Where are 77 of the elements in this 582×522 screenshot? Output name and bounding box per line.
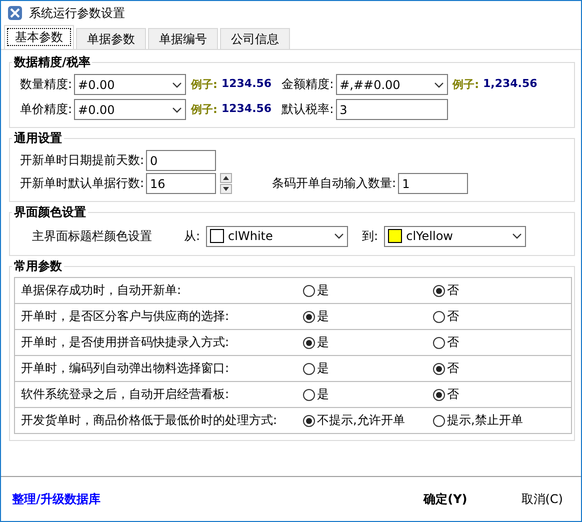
field-label: 到: bbox=[362, 228, 378, 244]
radio-button[interactable]: 否 bbox=[433, 334, 563, 351]
option-label: 开发货单时，商品价格低于最低价时的处理方式: bbox=[20, 412, 278, 429]
dialog-button[interactable]: 取消(C) bbox=[517, 488, 567, 510]
radio-circle[interactable] bbox=[303, 362, 315, 374]
caret-icon bbox=[512, 233, 522, 239]
radio-circle[interactable] bbox=[433, 336, 445, 348]
color-dropdown[interactable]: clWhite bbox=[206, 226, 348, 246]
field-label: 金额精度: bbox=[282, 76, 334, 93]
radio-circle[interactable] bbox=[433, 284, 445, 296]
radio-circle[interactable] bbox=[303, 336, 315, 348]
group-title: 常用参数 bbox=[13, 258, 63, 275]
example-value: 1,234.56 bbox=[483, 77, 538, 92]
radio-button[interactable]: 是 bbox=[303, 282, 433, 299]
color-dropdown[interactable]: clYellow bbox=[384, 226, 526, 246]
radio-circle[interactable] bbox=[303, 284, 315, 296]
example-value: 1234.56 bbox=[221, 77, 272, 92]
caret-icon bbox=[434, 82, 444, 88]
option-label: 开单时，编码列自动弹出物料选择窗口: bbox=[20, 360, 230, 377]
link[interactable]: 整理/升级数据库 bbox=[12, 490, 100, 508]
radio-circle[interactable] bbox=[433, 414, 445, 426]
dropdown[interactable]: #0.00 bbox=[74, 74, 186, 95]
option-label: 软件系统登录之后，自动开启经营看板: bbox=[20, 386, 230, 403]
field-label: 数量精度: bbox=[20, 76, 72, 93]
field-label: 开新单时日期提前天数: bbox=[20, 152, 144, 169]
caret-icon bbox=[334, 233, 344, 239]
down-triangle-icon bbox=[223, 187, 230, 191]
radio-circle[interactable] bbox=[303, 388, 315, 400]
radio-button[interactable]: 否 bbox=[433, 360, 563, 377]
example-label: 例子: bbox=[452, 77, 480, 92]
radio-circle[interactable] bbox=[433, 310, 445, 322]
up-triangle-icon bbox=[223, 176, 230, 180]
input-field[interactable]: 0 bbox=[146, 150, 216, 171]
radio-circle[interactable] bbox=[303, 310, 315, 322]
group-title: 界面颜色设置 bbox=[13, 204, 87, 221]
caret-icon bbox=[172, 106, 182, 112]
radio-button[interactable]: 是 bbox=[303, 386, 433, 403]
app-icon bbox=[7, 5, 23, 21]
field-label: 默认税率: bbox=[282, 101, 334, 118]
number-field[interactable]: 16 bbox=[146, 173, 216, 194]
input-field[interactable]: 3 bbox=[336, 99, 448, 120]
radio-button[interactable]: 否 bbox=[433, 308, 563, 325]
spin-down-button[interactable] bbox=[220, 184, 232, 194]
group-title: 数据精度/税率 bbox=[12, 54, 92, 71]
field-label: 开新单时默认单据行数: bbox=[20, 175, 144, 192]
radio-button[interactable]: 提示,禁止开单 bbox=[433, 412, 563, 429]
radio-button[interactable]: 否 bbox=[433, 386, 563, 403]
dropdown[interactable]: #0.00 bbox=[74, 99, 186, 120]
tab[interactable]: 单据参数 bbox=[76, 28, 146, 49]
radio-circle[interactable] bbox=[303, 414, 315, 426]
option-label: 开单时，是否使用拼音码快捷录入方式: bbox=[20, 334, 230, 351]
input-field[interactable]: 1 bbox=[398, 173, 468, 194]
caret-icon bbox=[172, 82, 182, 88]
example-value: 1234.56 bbox=[221, 102, 272, 117]
group-title: 通用设置 bbox=[13, 130, 63, 147]
field-label: 单价精度: bbox=[20, 101, 72, 118]
dialog-button[interactable]: 确定(Y) bbox=[420, 488, 472, 510]
option-label: 单据保存成功时，自动开新单: bbox=[20, 282, 182, 299]
spin-up-button[interactable] bbox=[220, 173, 232, 183]
radio-button[interactable]: 是 bbox=[303, 360, 433, 377]
radio-circle[interactable] bbox=[433, 362, 445, 374]
option-label: 开单时，是否区分客户与供应商的选择: bbox=[20, 308, 230, 325]
radio-button[interactable]: 是 bbox=[303, 334, 433, 351]
radio-button[interactable]: 不提示,允许开单 bbox=[303, 412, 433, 429]
dropdown[interactable]: #,##0.00 bbox=[336, 74, 448, 95]
radio-circle[interactable] bbox=[433, 388, 445, 400]
example-label: 例子: bbox=[191, 77, 218, 92]
example-label: 例子: bbox=[191, 102, 218, 117]
window-title: 系统运行参数设置 bbox=[29, 4, 125, 22]
field-label: 从: bbox=[184, 228, 200, 244]
tab[interactable]: 公司信息 bbox=[220, 28, 290, 49]
radio-button[interactable]: 是 bbox=[303, 308, 433, 325]
field-label: 主界面标题栏颜色设置 bbox=[32, 228, 152, 244]
tab[interactable]: 基本参数 bbox=[4, 25, 74, 49]
field-label: 条码开单自动输入数量: bbox=[272, 175, 396, 192]
radio-button[interactable]: 否 bbox=[433, 282, 563, 299]
tab[interactable]: 单据编号 bbox=[148, 28, 218, 49]
